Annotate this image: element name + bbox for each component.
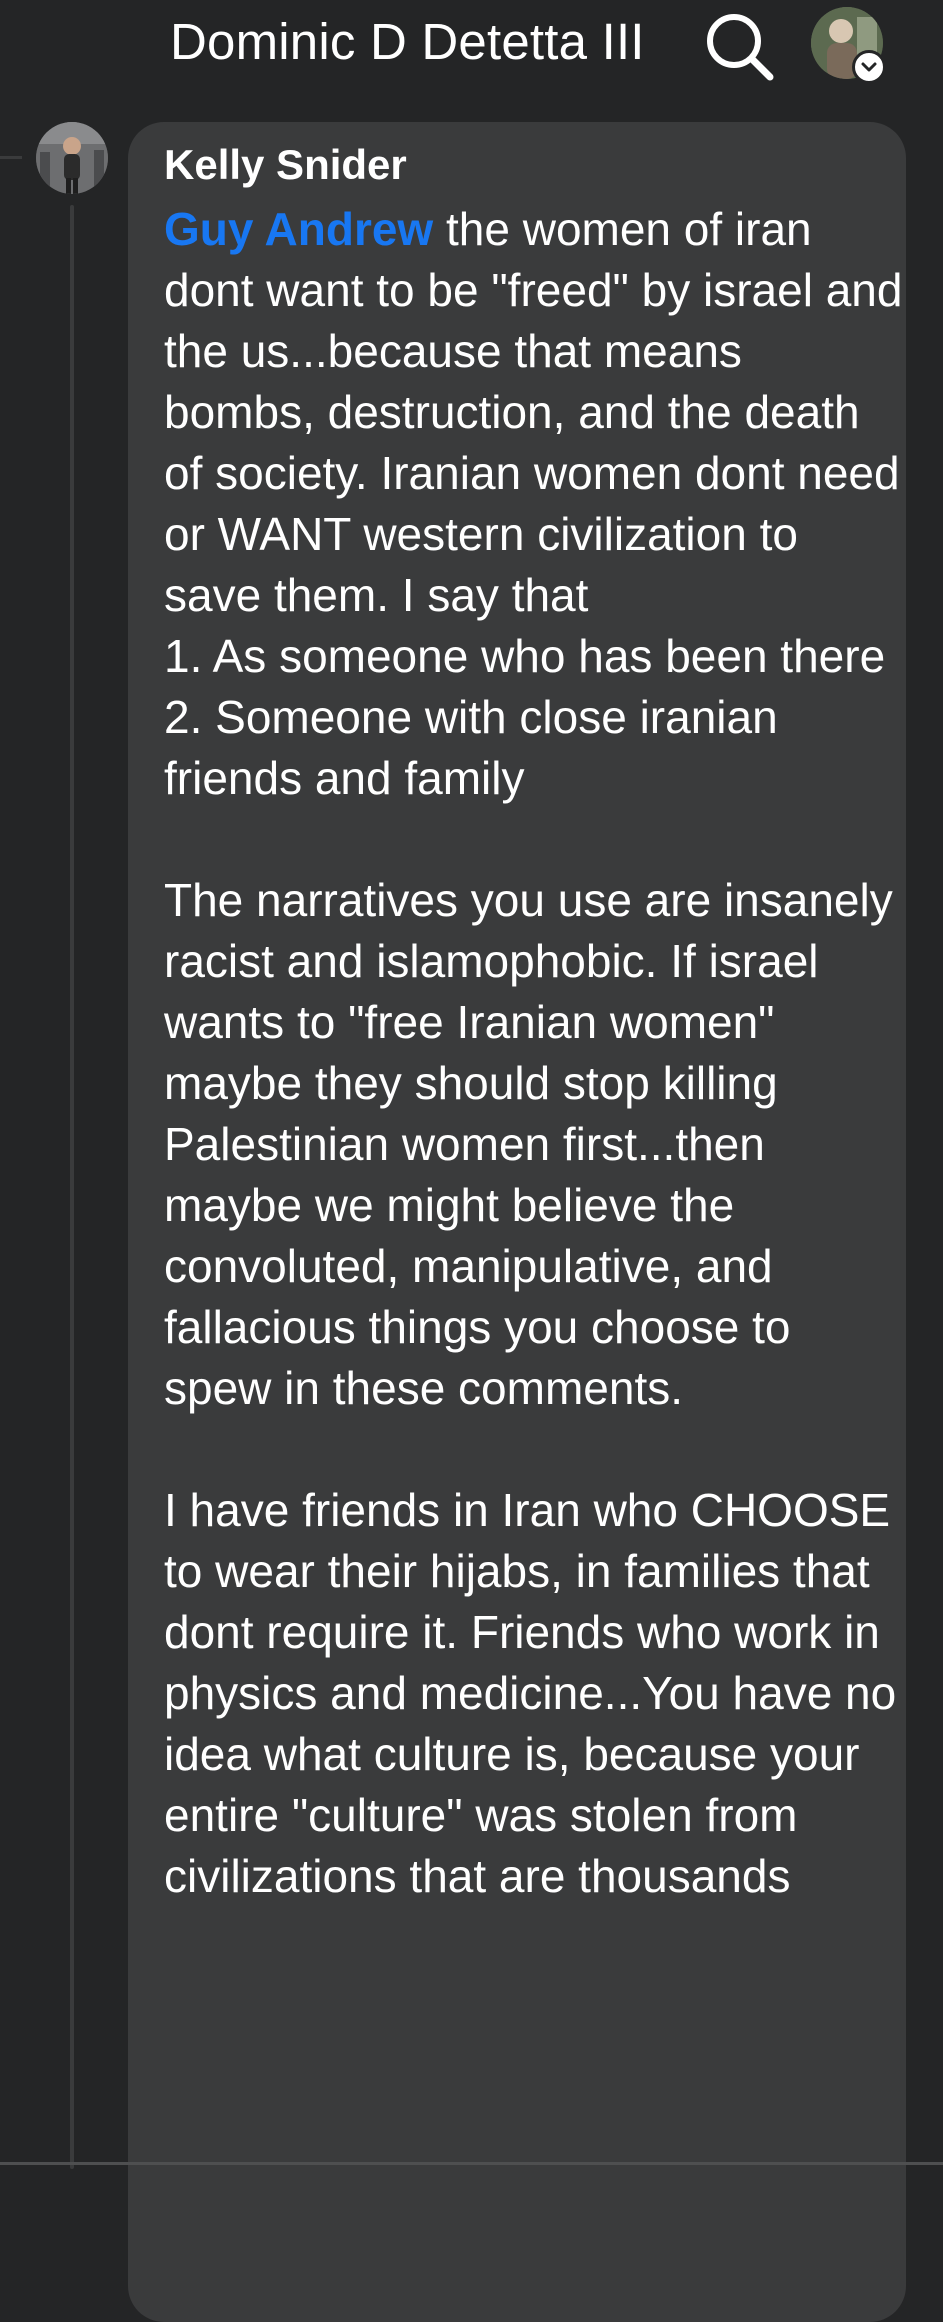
mention-link[interactable]: Guy Andrew xyxy=(164,203,433,255)
search-icon xyxy=(707,14,774,81)
commenter-avatar[interactable] xyxy=(36,122,108,194)
bottom-divider xyxy=(0,2162,943,2165)
thread-line xyxy=(70,205,74,2169)
page-title: Dominic D Detetta III xyxy=(170,13,645,70)
top-bar: Dominic D Detetta III xyxy=(0,0,943,100)
profile-menu-button[interactable] xyxy=(808,4,888,84)
chevron-down-icon xyxy=(852,50,886,84)
thread-connector xyxy=(0,156,22,159)
search-button[interactable] xyxy=(700,5,780,85)
comment-body-text: the women of iran dont want to be "freed… xyxy=(164,203,903,1902)
comment-author[interactable]: Kelly Snider xyxy=(164,141,407,189)
comment-text: Guy Andrew the women of iran dont want t… xyxy=(164,199,904,1907)
